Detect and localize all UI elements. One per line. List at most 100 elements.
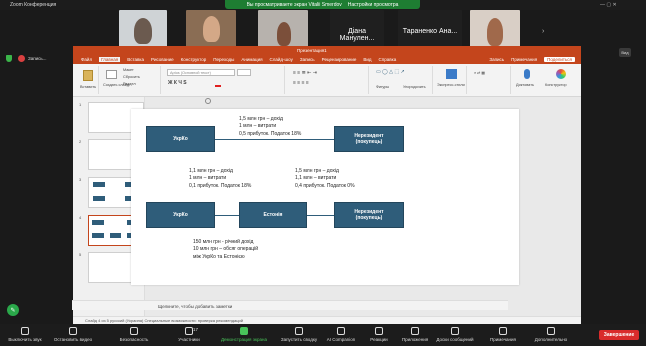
font-name: Aptos (Основной текст) <box>170 71 211 75</box>
align-buttons[interactable]: ≡ ≡ ≡ ≡ <box>293 80 309 86</box>
new-slide-icon[interactable] <box>106 70 117 79</box>
security-button[interactable]: Безопасность <box>111 327 157 346</box>
thumbnail-shape <box>110 233 121 238</box>
annotate-pencil-icon[interactable]: ✎ <box>7 304 19 316</box>
ukrko-box-top[interactable]: УкрКо <box>146 126 215 152</box>
more-label: Дополнительно <box>534 337 568 342</box>
estonia-box[interactable]: Естонія <box>239 202 307 228</box>
record-button[interactable]: Запись <box>489 57 504 62</box>
status-text: Слайд 4 из 5 русский (Украина) Специальн… <box>85 318 244 323</box>
slide[interactable]: УкрКо Нерезидент (покупець) 1,5 млн грн … <box>131 109 519 285</box>
record-icon[interactable] <box>18 55 25 62</box>
shield-icon[interactable] <box>6 55 12 62</box>
end-meeting-button[interactable]: Завершение <box>599 330 639 340</box>
share-screen-label: Демонстрация экрана <box>221 337 267 342</box>
thumbnail-number: 2 <box>79 139 82 144</box>
menu-insert[interactable]: Вставка <box>127 57 144 62</box>
paste-icon[interactable] <box>83 70 93 81</box>
whiteboards-button[interactable]: Доски сообщений <box>432 327 478 346</box>
section-button[interactable]: Раздел <box>123 82 136 86</box>
reset-button[interactable]: Сбросить <box>123 75 140 79</box>
mute-label: Выключить звук <box>8 337 42 342</box>
apps-icon <box>411 327 419 335</box>
menu-review[interactable]: Рецензирование <box>322 57 357 62</box>
mute-button[interactable]: Выключить звук <box>2 327 48 346</box>
participants-count-badge: 17 <box>193 327 199 332</box>
participants-button[interactable]: Участники <box>166 327 212 346</box>
ppt-statusbar: Слайд 4 из 5 русский (Украина) Специальн… <box>73 316 581 324</box>
summary-button[interactable]: Запустить сводку <box>276 327 322 346</box>
menu-transitions[interactable]: Переходы <box>213 57 234 62</box>
menu-animations[interactable]: Анимация <box>241 57 262 62</box>
nonresident-box-bottom[interactable]: Нерезидент (покупець) <box>334 202 404 228</box>
next-page-icon[interactable]: › <box>542 28 550 36</box>
editing-group: ⌕ ⇄ ▦ <box>471 66 511 94</box>
paste-label: Вставить <box>80 85 97 89</box>
share-ppt-button[interactable]: Поделиться <box>544 57 575 62</box>
bottom-flow-text[interactable]: 150 млн грн - річний дохід 10 млн грн – … <box>193 239 258 261</box>
more-button[interactable]: Дополнительно <box>528 327 574 346</box>
menu-record[interactable]: Запись <box>300 57 315 62</box>
notes-label: Примечания <box>490 337 516 342</box>
mid-left-flow-text[interactable]: 1,1 млн грн – дохід 1 млн – витрати 0,1 … <box>189 168 251 190</box>
shield-icon <box>130 327 138 335</box>
connector-line <box>215 215 239 216</box>
participant-video <box>203 16 220 42</box>
shapes-label: Фигуры <box>376 85 390 89</box>
dictate-label: Диктовать <box>516 83 534 87</box>
ukrko-box-bottom[interactable]: УкрКо <box>146 202 215 228</box>
font-color-icon[interactable] <box>215 81 221 87</box>
window-controls[interactable]: — ▢ ✕ <box>600 2 617 8</box>
menu-design[interactable]: Конструктор <box>181 57 207 62</box>
view-button[interactable]: Вид <box>619 48 631 57</box>
nonresident-box-top[interactable]: Нерезидент (покупець) <box>334 126 404 152</box>
menu-home[interactable]: Главная <box>99 57 121 62</box>
menu-file[interactable]: Файл <box>81 57 92 62</box>
microphone-icon <box>21 327 29 335</box>
drawing-group: ▭ ◯ △ ⬚ ↗ Фигуры Упорядочить <box>373 66 433 94</box>
notes-pane[interactable]: Щелкните, чтобы добавить заметки <box>72 300 508 310</box>
stop-video-label: Остановить видео <box>53 337 93 342</box>
find-button[interactable]: ⌕ ⇄ ▦ <box>474 70 485 75</box>
quick-styles-icon[interactable] <box>446 69 457 79</box>
designer-group: Конструктор <box>545 66 577 94</box>
shapes-gallery[interactable]: ▭ ◯ △ ⬚ ↗ <box>376 69 405 75</box>
menu-view[interactable]: Вид <box>363 57 371 62</box>
left-dock <box>0 46 73 324</box>
stop-video-button[interactable]: Остановить видео <box>50 327 96 346</box>
connector-line <box>307 215 334 216</box>
camera-icon <box>69 327 77 335</box>
copilot-icon[interactable] <box>205 98 211 104</box>
heart-icon <box>375 327 383 335</box>
comments-button[interactable]: Примечания <box>511 57 537 62</box>
participant-display-name: Тараненко Ана... <box>402 28 458 35</box>
mid-right-flow-text[interactable]: 1,5 млн грн – дохід 1,1 млн – витрати 0,… <box>295 168 355 190</box>
paragraph-group: ≡ ≡ ≣ ⇤ ⇥ ≡ ≡ ≡ ≡ <box>289 66 369 94</box>
whiteboards-label: Доски сообщений <box>436 337 474 342</box>
font-size-select[interactable] <box>237 69 251 76</box>
bold-italic-underline-buttons[interactable]: Ж К Ч S <box>168 80 187 86</box>
view-options-button[interactable]: Настройки просмотра <box>348 2 399 8</box>
font-select[interactable]: Aptos (Основной текст) <box>167 69 235 76</box>
top-flow-text[interactable]: 1,5 млн грн – дохід 1 млн – витрати 0,5 … <box>239 116 301 138</box>
designer-icon[interactable] <box>556 69 566 79</box>
dictate-group: Диктовать <box>515 66 541 94</box>
thumbnail-shape <box>92 233 104 238</box>
participant-video <box>134 18 152 44</box>
menu-help[interactable]: Справка <box>379 57 397 62</box>
quick-styles-label: Экспресс-стили <box>437 83 465 87</box>
participants-label: Участники <box>178 337 200 342</box>
participant-display-name: Діана Манулен... <box>339 28 375 42</box>
ppt-titlebar: Презентация1 <box>73 46 581 55</box>
right-strip <box>581 46 646 324</box>
share-screen-button[interactable]: Демонстрация экрана <box>217 327 271 346</box>
layout-button[interactable]: Макет <box>123 68 134 72</box>
list-buttons[interactable]: ≡ ≡ ≣ ⇤ ⇥ <box>293 70 317 76</box>
font-group: Aptos (Основной текст) Ж К Ч S <box>165 66 285 94</box>
thumbnail-shape <box>93 196 105 201</box>
microphone-icon[interactable] <box>524 69 530 79</box>
menu-draw[interactable]: Рисование <box>151 57 174 62</box>
menu-slideshow[interactable]: Слайд-шоу <box>270 57 293 62</box>
more-icon <box>547 327 555 335</box>
notes-button[interactable]: Примечания <box>480 327 526 346</box>
